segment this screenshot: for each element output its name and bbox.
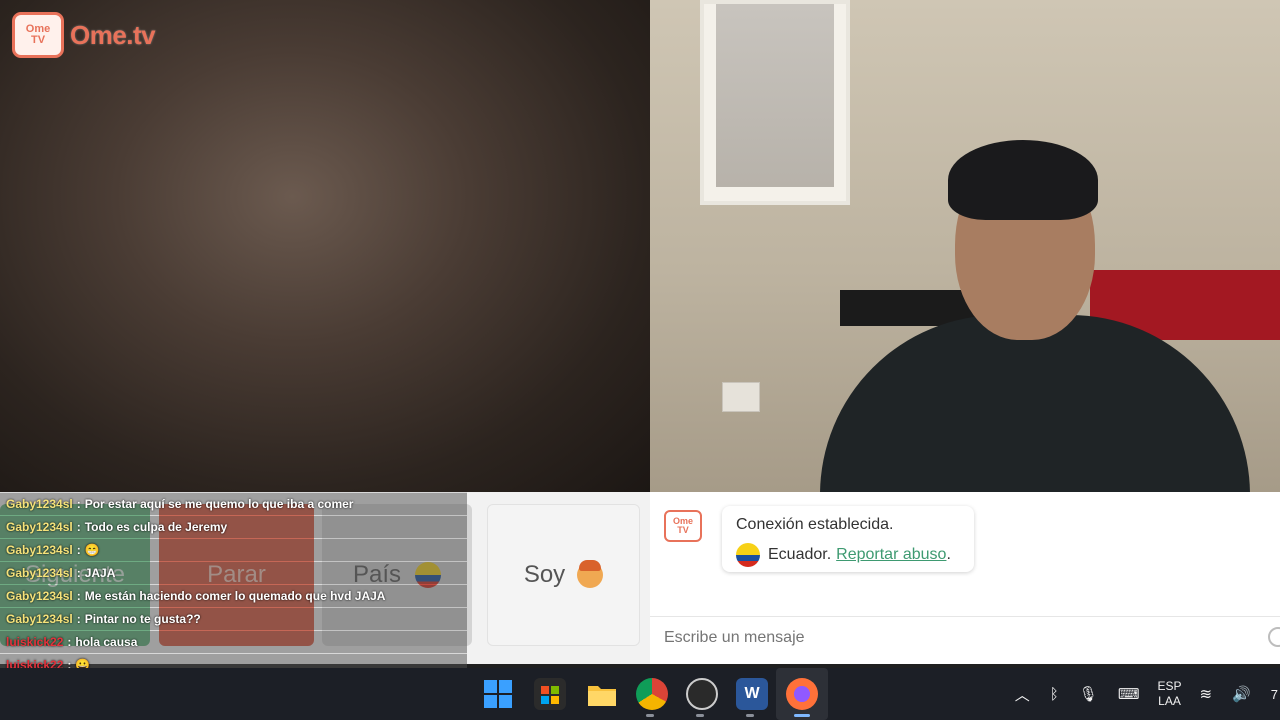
chat-separator: : <box>67 635 72 649</box>
chat-line: Gaby1234sl: Pintar no te gusta?? <box>0 608 467 630</box>
emoji-picker-icon[interactable] <box>1268 627 1280 647</box>
chat-line: Gaby1234sl: Me están haciendo comer lo qu… <box>0 585 467 607</box>
chat-username: Gaby1234sl <box>6 612 73 626</box>
show-hidden-icons-chevron-icon[interactable]: ︿ <box>1015 684 1030 705</box>
person-emoji-icon <box>577 560 604 588</box>
ecuador-flag-icon <box>736 543 760 567</box>
chat-separator: : <box>76 589 81 603</box>
partner-country: Ecuador. <box>768 546 832 563</box>
keyboard-icon[interactable]: ⌨ <box>1118 685 1140 703</box>
firefox-icon[interactable] <box>786 678 818 710</box>
word-icon[interactable]: W <box>736 678 768 710</box>
chat-username: Gaby1234sl <box>6 589 73 603</box>
chat-line: Gaby1234sl: Por estar aquí se me quemo lo… <box>0 493 467 515</box>
chat-username: Gaby1234sl <box>6 497 73 511</box>
text-chat-panel: Ome TV Conexión establecida. Ecuador. Re… <box>650 492 1280 664</box>
chat-line: Gaby1234sl: JAJA <box>0 562 467 584</box>
wifi-icon[interactable]: ≋ <box>1200 685 1213 703</box>
chat-username: Gaby1234sl <box>6 543 73 557</box>
chat-line: Gaby1234sl: Todo es culpa de Jeremy <box>0 516 467 538</box>
windows-start-icon[interactable] <box>482 678 514 710</box>
chrome-icon[interactable] <box>636 678 668 710</box>
language-indicator[interactable]: ESP LAA <box>1157 679 1181 709</box>
remote-video <box>650 0 1280 492</box>
person-hair <box>948 140 1098 220</box>
chat-message: hola causa <box>75 635 138 649</box>
chat-message: JAJA <box>84 566 116 580</box>
avatar-line-2: TV <box>677 525 689 535</box>
lang-bottom: LAA <box>1158 694 1181 708</box>
chat-message: Todo es culpa de Jeremy <box>84 520 228 534</box>
wall-outlet <box>722 382 760 412</box>
soy-label: Soy <box>523 561 566 588</box>
chat-username: Gaby1234sl <box>6 566 73 580</box>
chat-message: Pintar no te gusta?? <box>84 612 201 626</box>
running-indicator <box>696 714 704 717</box>
logo-text: Ome.tv <box>70 19 156 50</box>
report-suffix: . <box>946 546 951 563</box>
obs-icon[interactable] <box>686 678 718 710</box>
chat-username: Gaby1234sl <box>6 520 73 534</box>
message-input-row <box>650 616 1280 659</box>
ometv-avatar-icon: Ome TV <box>664 510 702 542</box>
bluetooth-icon[interactable]: ᛒ <box>1050 686 1059 703</box>
chat-separator: : <box>76 543 81 557</box>
active-indicator <box>794 714 810 717</box>
volume-icon[interactable]: 🔊 <box>1232 685 1251 703</box>
taskbar: W ︿ ᛒ 🎙 ⌨ ESP LAA ≋ 🔊 7 <box>0 668 1280 720</box>
tv-logo-icon: Ome TV <box>12 12 64 58</box>
chat-message: 😁 <box>84 543 100 557</box>
chat-message: Me están haciendo comer lo quemado que h… <box>84 589 386 603</box>
system-tray: ︿ ᛒ 🎙 ⌨ ESP LAA ≋ 🔊 7 <box>1005 668 1280 720</box>
clock[interactable]: 7 <box>1271 687 1278 702</box>
chat-message: Por estar aquí se me quemo lo que iba a … <box>84 497 354 511</box>
chat-separator: : <box>76 520 81 534</box>
running-indicator <box>746 714 754 717</box>
chat-separator: : <box>76 566 81 580</box>
file-explorer-icon[interactable] <box>586 678 618 710</box>
connection-status: Conexión establecida. <box>736 516 894 533</box>
ometv-logo[interactable]: Ome TV Ome.tv <box>12 12 156 58</box>
logo-line-2: TV <box>30 34 46 46</box>
microsoft-store-icon[interactable] <box>534 678 566 710</box>
system-message-bubble: Conexión establecida. Ecuador. Reportar … <box>722 506 974 572</box>
lang-top: ESP <box>1157 679 1182 693</box>
wall-mirror <box>700 0 850 205</box>
chat-line: Gaby1234sl: 😁 <box>0 539 467 561</box>
running-indicator <box>646 714 654 717</box>
chat-separator: : <box>76 497 81 511</box>
chat-separator: : <box>76 612 81 626</box>
person-body <box>820 315 1250 492</box>
message-input[interactable] <box>650 628 1226 648</box>
chat-line: luiskick22: hola causa <box>0 631 467 653</box>
microphone-icon[interactable]: 🎙 <box>1079 685 1098 703</box>
report-abuse-link[interactable]: Reportar abuso <box>836 546 946 564</box>
stream-chat-overlay: Gaby1234sl: Por estar aquí se me quemo lo… <box>0 492 467 676</box>
local-video: Ome TV Ome.tv <box>0 0 650 492</box>
gender-button[interactable]: Soy <box>487 504 640 646</box>
country-line: Ecuador. Reportar abuso. <box>736 543 960 567</box>
chat-username: luiskick22 <box>6 635 64 649</box>
